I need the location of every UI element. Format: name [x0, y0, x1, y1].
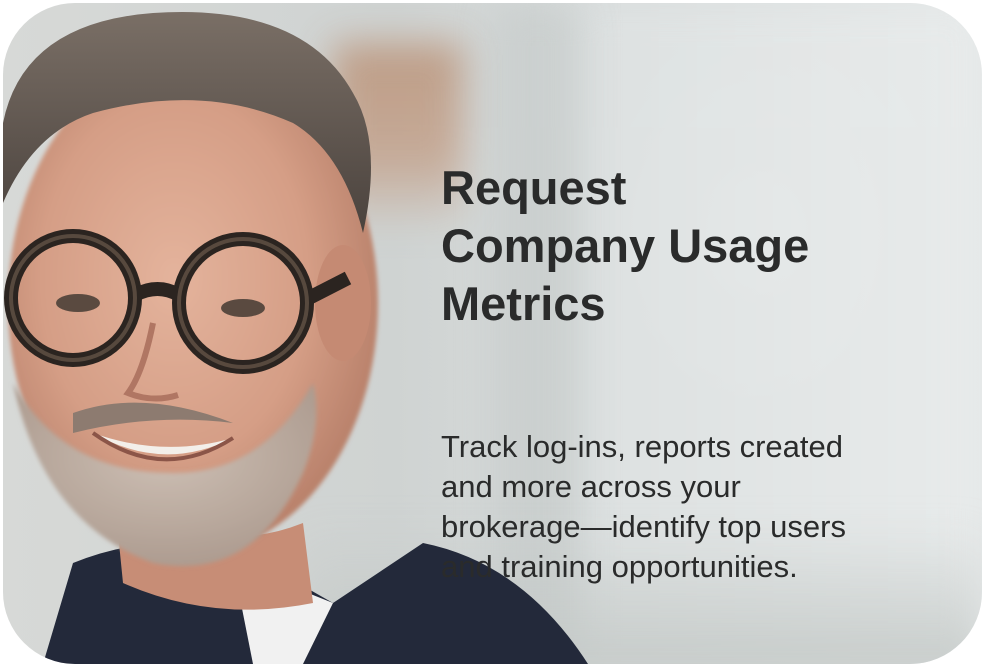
description: Track log-ins, reports created and more … — [441, 427, 961, 587]
headline-line: Company Usage — [441, 219, 810, 272]
description-line: brokerage—identify top users — [441, 509, 846, 544]
headline-line: Request — [441, 161, 627, 214]
description-line: and more across your — [441, 469, 741, 504]
description-line: and training opportunities. — [441, 549, 798, 584]
promo-card[interactable]: Request Company Usage Metrics Track log-… — [3, 3, 982, 664]
headline-line: Metrics — [441, 277, 606, 330]
headline: Request Company Usage Metrics — [441, 159, 961, 333]
description-line: Track log-ins, reports created — [441, 429, 844, 464]
